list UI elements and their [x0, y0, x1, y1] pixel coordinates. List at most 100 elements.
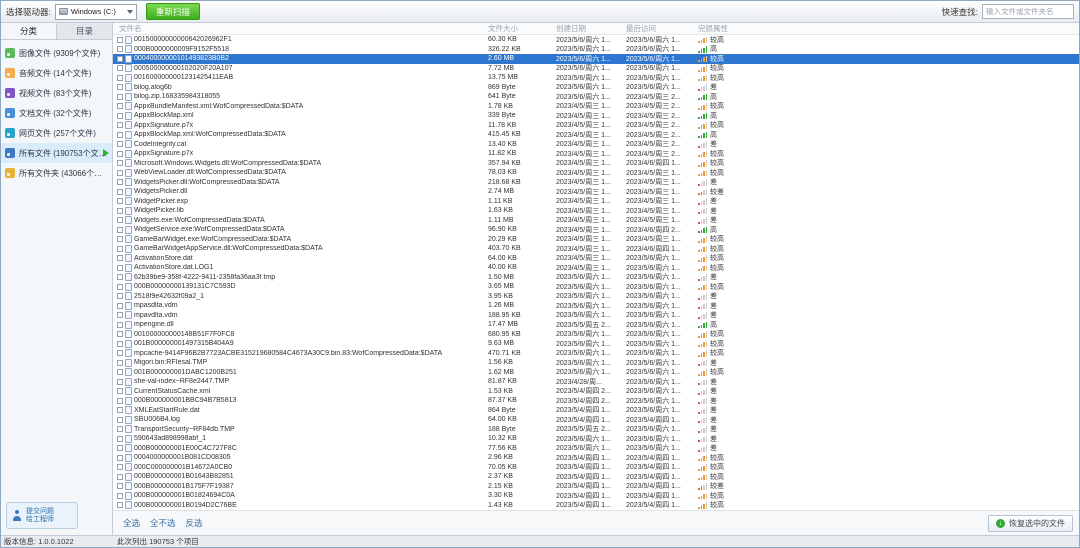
table-row[interactable]: Microsoft.Windows.Widgets.dll:WofCompres…	[113, 159, 1079, 169]
row-checkbox[interactable]	[117, 293, 123, 300]
table-row[interactable]: AppxSignature.p7x 11.78 KB 2023/4/5/周三 1..…	[113, 121, 1079, 131]
table-row[interactable]: AppxBundleManifest.xml:WofCompressedData…	[113, 102, 1079, 112]
table-row[interactable]: GameBarWidgetAppService.dll:WofCompresse…	[113, 244, 1079, 254]
row-checkbox[interactable]	[117, 445, 123, 452]
row-checkbox[interactable]	[117, 141, 123, 148]
table-row[interactable]: GameBarWidget.exe:WofCompressedData:$DAT…	[113, 235, 1079, 245]
row-checkbox[interactable]	[117, 473, 123, 480]
table-row[interactable]: WidgetPicker.exp 1.11 KB 2023/4/5/周三 1... 2…	[113, 197, 1079, 207]
row-checkbox[interactable]	[117, 198, 123, 205]
table-row[interactable]: mpasdlta.vdm 1.26 MB 2023/5/6/周六 1... 2023/…	[113, 301, 1079, 311]
sidebar-item[interactable]: 所有文件夹 (43066个文件夹)	[1, 163, 112, 183]
row-checkbox[interactable]	[117, 207, 123, 214]
table-row[interactable]: 001B000000001497315B404A9 9.63 MB 2023/5/6…	[113, 339, 1079, 349]
row-checkbox[interactable]	[117, 93, 123, 100]
row-checkbox[interactable]	[117, 274, 123, 281]
table-row[interactable]: 000B0000000009F9152F5518 326.22 KB 2023/5/…	[113, 45, 1079, 55]
sidebar-item[interactable]: 音频文件 (14个文件)	[1, 63, 112, 83]
table-row[interactable]: WidgetsPicker.dll 2.74 MB 2023/4/5/周三 1...…	[113, 187, 1079, 197]
row-checkbox[interactable]	[117, 236, 123, 243]
table-row[interactable]: 590643ad898998abf_1 10.32 KB 2023/5/6/周六 1…	[113, 434, 1079, 444]
row-checkbox[interactable]	[117, 122, 123, 129]
invert-selection-link[interactable]: 反选	[186, 517, 203, 529]
table-row[interactable]: she-val-index~RF8e2447.TMP 81.87 KB 2023/4…	[113, 377, 1079, 387]
sidebar-item[interactable]: 图像文件 (9309个文件)	[1, 43, 112, 63]
table-row[interactable]: TransportSecurity~RF84db.TMP 188 Byte 2023…	[113, 425, 1079, 435]
column-header-quality[interactable]: 完损属性	[698, 23, 808, 34]
row-checkbox[interactable]	[117, 112, 123, 119]
row-checkbox[interactable]	[117, 226, 123, 233]
row-checkbox[interactable]	[117, 407, 123, 414]
table-row[interactable]: 000C000000001B14672A0CB0 70.05 KB 2023/5/4…	[113, 463, 1079, 473]
row-checkbox[interactable]	[117, 359, 123, 366]
row-checkbox[interactable]	[117, 46, 123, 53]
table-row[interactable]: 000500000000102020F20A107 7.72 MB 2023/5/6…	[113, 64, 1079, 74]
row-checkbox[interactable]	[117, 55, 123, 62]
tab-category[interactable]: 分类	[1, 23, 57, 39]
drive-select-combobox[interactable]: Windows (C:)	[54, 3, 137, 20]
row-checkbox[interactable]	[117, 36, 123, 43]
row-checkbox[interactable]	[117, 435, 123, 442]
table-row[interactable]: WidgetsPicker.dll:WofCompressedData:$DAT…	[113, 178, 1079, 188]
table-row[interactable]: Widgets.exe:WofCompressedData:$DATA 1.11 …	[113, 216, 1079, 226]
row-checkbox[interactable]	[117, 245, 123, 252]
row-checkbox[interactable]	[117, 426, 123, 433]
row-checkbox[interactable]	[117, 464, 123, 471]
row-checkbox[interactable]	[117, 321, 123, 328]
rescan-button[interactable]: 重新扫描	[145, 3, 200, 20]
column-header-created[interactable]: 创建日期	[556, 23, 626, 34]
row-checkbox[interactable]	[117, 331, 123, 338]
table-row[interactable]: mpcache-9414F96B2B7723ACBE315219680584C4…	[113, 349, 1079, 359]
row-checkbox[interactable]	[117, 492, 123, 499]
column-header-filesize[interactable]: 文件大小	[488, 23, 556, 34]
row-checkbox[interactable]	[117, 264, 123, 271]
row-checkbox[interactable]	[117, 302, 123, 309]
table-row[interactable]: XMLEatStartRule.dat 864 Byte 2023/5/4/周四 1…	[113, 406, 1079, 416]
table-row[interactable]: WidgetPicker.lib 1.63 KB 2023/4/5/周三 1... 2…	[113, 206, 1079, 216]
table-row[interactable]: 000B00000000139131C7C593D 3.65 MB 2023/5/6…	[113, 282, 1079, 292]
table-row[interactable]: CodeIntegrity.cat 13.40 KB 2023/4/5/周三 1..…	[113, 140, 1079, 150]
table-row[interactable]: ActivationStore.dat.LOG1 40.00 KB 2023/4/5…	[113, 263, 1079, 273]
table-row[interactable]: WidgetService.exe:WofCompressedData:$DAT…	[113, 225, 1079, 235]
row-checkbox[interactable]	[117, 217, 123, 224]
tab-directory[interactable]: 目录	[57, 23, 112, 39]
row-checkbox[interactable]	[117, 397, 123, 404]
table-row[interactable]: 000B000000001E00C4C727F8C 77.56 KB 2023/5/…	[113, 444, 1079, 454]
row-checkbox[interactable]	[117, 369, 123, 376]
sidebar-item[interactable]: 文档文件 (32个文件)	[1, 103, 112, 123]
column-header-accessed[interactable]: 最后访问	[626, 23, 698, 34]
row-checkbox[interactable]	[117, 131, 123, 138]
table-row[interactable]: 000B000000001B0194D2C76BE 1.43 KB 2023/5/4…	[113, 501, 1079, 511]
row-checkbox[interactable]	[117, 160, 123, 167]
row-checkbox[interactable]	[117, 416, 123, 423]
table-row[interactable]: 000B000000001B01824694C0A 3.30 KB 2023/5/4…	[113, 491, 1079, 501]
row-checkbox[interactable]	[117, 312, 123, 319]
row-checkbox[interactable]	[117, 150, 123, 157]
row-checkbox[interactable]	[117, 84, 123, 91]
table-row[interactable]: AppxSignature.p7x 11.82 KB 2023/4/5/周三 1..…	[113, 149, 1079, 159]
table-row[interactable]: AppxBlockMap.xml:WofCompressedData:$DATA…	[113, 130, 1079, 140]
recover-selected-button[interactable]: ↓ 恢复选中的文件	[988, 514, 1073, 532]
select-all-link[interactable]: 全选	[123, 517, 140, 529]
table-row[interactable]: 0004000000001B081CD08305 2.96 KB 2023/5/4/…	[113, 453, 1079, 463]
table-row[interactable]: 00150000000000642026962F1 60.30 KB 2023/5/…	[113, 35, 1079, 45]
row-checkbox[interactable]	[117, 350, 123, 357]
row-checkbox[interactable]	[117, 65, 123, 72]
row-checkbox[interactable]	[117, 179, 123, 186]
select-none-link[interactable]: 全不选	[150, 517, 176, 529]
table-row[interactable]: WebViewLoader.dll:WofCompressedData:$DAT…	[113, 168, 1079, 178]
row-checkbox[interactable]	[117, 454, 123, 461]
table-row[interactable]: 2518f9e42632f09a2_1 3.95 KB 2023/5/6/周六 1.…	[113, 292, 1079, 302]
table-row[interactable]: 0016000000001231425411EAB 13.75 MB 2023/5/…	[113, 73, 1079, 83]
quick-search-input[interactable]	[982, 4, 1074, 19]
column-header-filename[interactable]: 文件名	[113, 23, 488, 34]
table-row[interactable]: AppxBlockMap.xml 339 Byte 2023/4/5/周三 1...…	[113, 111, 1079, 121]
row-checkbox[interactable]	[117, 283, 123, 290]
table-row[interactable]: SBU006B4.log 64.00 KB 2023/5/4/周四 1... 2023…	[113, 415, 1079, 425]
row-checkbox[interactable]	[117, 388, 123, 395]
row-checkbox[interactable]	[117, 502, 123, 509]
table-row[interactable]: Migori.bin:RFIesal.TMP 1.56 KB 2023/5/6/周六…	[113, 358, 1079, 368]
table-row[interactable]: 000B000000001BBC94B7B5813 87.37 KB 2023/5/…	[113, 396, 1079, 406]
sidebar-item[interactable]: 网页文件 (257个文件)	[1, 123, 112, 143]
table-row[interactable]: CurrentStatusCache.xml 1.53 KB 2023/5/4/周四…	[113, 387, 1079, 397]
